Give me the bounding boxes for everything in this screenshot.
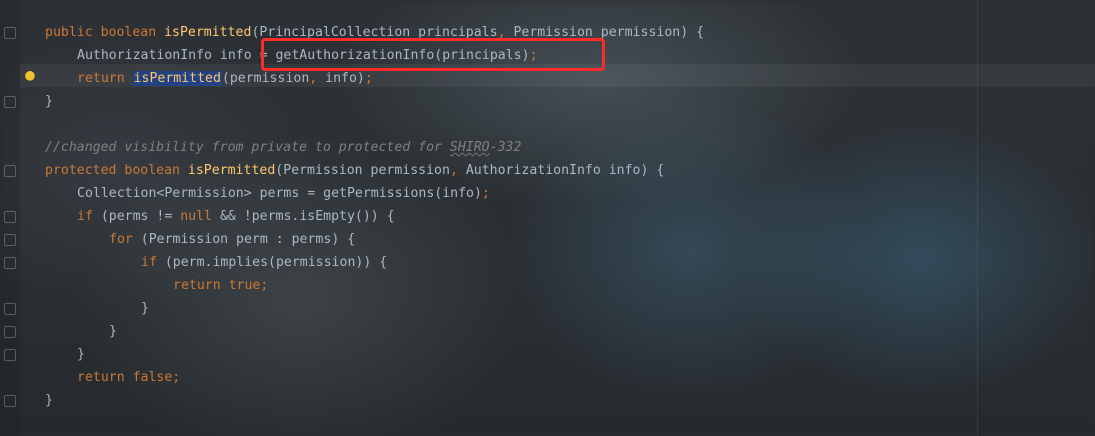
- code-line[interactable]: //changed visibility from private to pro…: [45, 136, 704, 159]
- fold-marker-icon[interactable]: [4, 27, 16, 39]
- code-line[interactable]: }: [45, 389, 704, 412]
- fold-marker-icon[interactable]: [4, 211, 16, 223]
- lightbulb-icon[interactable]: ●: [20, 63, 40, 87]
- code-token: -332: [489, 140, 522, 155]
- code-line[interactable]: }: [45, 90, 704, 113]
- code-token: isPermitted: [164, 25, 252, 40]
- code-token: (permission: [221, 71, 310, 86]
- code-line[interactable]: if (perms != null && !perms.isEmpty()) {: [45, 205, 704, 228]
- fold-marker-icon[interactable]: [4, 165, 16, 177]
- fold-marker-icon[interactable]: [4, 395, 16, 407]
- code-token: isPermitted: [132, 71, 222, 86]
- code-token: ,: [449, 163, 466, 178]
- code-token: public boolean: [45, 25, 165, 40]
- code-line[interactable]: return false;: [45, 366, 704, 389]
- code-line[interactable]: }: [45, 320, 704, 343]
- code-token: }: [45, 393, 53, 408]
- code-line[interactable]: protected boolean isPermitted(Permission…: [45, 159, 704, 182]
- code-token: return: [77, 71, 133, 86]
- fold-marker-icon[interactable]: [4, 326, 16, 338]
- code-token: ;: [364, 71, 373, 86]
- code-token: }: [141, 301, 149, 316]
- fold-marker-icon[interactable]: [4, 234, 16, 246]
- code-token: ,: [309, 71, 326, 86]
- code-line[interactable]: if (perm.implies(permission)) {: [45, 251, 704, 274]
- fold-marker-icon[interactable]: [4, 96, 16, 108]
- code-line[interactable]: }: [45, 343, 704, 366]
- code-token: if: [77, 209, 101, 224]
- code-token: if: [141, 255, 165, 270]
- code-token: }: [77, 347, 85, 362]
- code-token: SHIRO: [449, 140, 490, 155]
- code-editor[interactable]: public boolean isPermitted(PrincipalColl…: [45, 21, 704, 412]
- code-token: }: [45, 94, 53, 109]
- code-token: return true;: [173, 278, 269, 293]
- code-token: AuthorizationInfo info) {: [465, 163, 665, 178]
- code-token: for: [109, 232, 141, 247]
- fold-marker-icon[interactable]: [4, 349, 16, 361]
- code-token: && !perms.isEmpty()) {: [219, 209, 395, 224]
- code-token: }: [109, 324, 117, 339]
- code-token: Collection<Permission> perms = getPermis…: [77, 186, 482, 201]
- code-token: (perm.implies(permission)) {: [164, 255, 388, 270]
- code-line[interactable]: Collection<Permission> perms = getPermis…: [45, 182, 704, 205]
- fold-marker-icon[interactable]: [4, 257, 16, 269]
- code-token: info): [325, 71, 365, 86]
- code-token: (Permission permission: [275, 163, 450, 178]
- code-token: protected boolean: [45, 163, 188, 178]
- code-token: isPermitted: [187, 163, 276, 178]
- fold-marker-icon[interactable]: [4, 303, 16, 315]
- code-line[interactable]: }: [45, 297, 704, 320]
- code-token: return false;: [77, 370, 181, 385]
- code-token: null: [180, 209, 220, 224]
- code-line[interactable]: [45, 113, 704, 136]
- code-line[interactable]: for (Permission perm : perms) {: [45, 228, 704, 251]
- code-token: //changed visibility from private to pro…: [45, 140, 450, 155]
- code-token: (perms !=: [100, 209, 181, 224]
- annotation-highlight-box: [261, 38, 605, 71]
- code-line[interactable]: return true;: [45, 274, 704, 297]
- code-token: (Permission perm : perms) {: [140, 232, 356, 247]
- code-token: ;: [481, 186, 490, 201]
